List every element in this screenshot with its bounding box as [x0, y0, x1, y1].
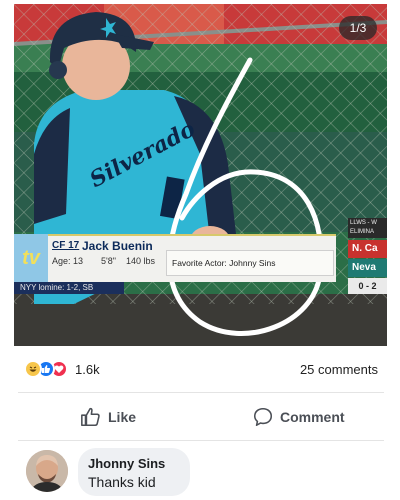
network-logo: tv — [14, 234, 48, 282]
scoreboard-team-2: Neva — [348, 259, 387, 277]
like-button[interactable]: Like — [80, 402, 136, 432]
thumbs-up-icon — [81, 407, 100, 427]
comment-icon — [253, 407, 273, 427]
comment-label: Comment — [280, 409, 345, 425]
scoreboard-header: LLWS - W ELIMINA — [348, 218, 387, 238]
player-age: Age: 13 — [52, 256, 84, 266]
comment-text: Thanks kid — [88, 474, 156, 490]
avatar[interactable] — [26, 450, 68, 492]
player-height: 5'8" — [101, 256, 116, 266]
reaction-count: 1.6k — [75, 361, 100, 377]
scoreboard-header-line1: LLWS - W — [350, 220, 377, 226]
scoreboard-header-line2: ELIMINA — [350, 229, 375, 235]
scoreboard-count: 0 - 2 — [348, 278, 387, 294]
reactions-summary[interactable]: 1.6k — [24, 360, 100, 378]
image-pager: 1/3 — [339, 16, 377, 40]
photo-scene: Silverado — [14, 4, 387, 346]
divider — [18, 392, 384, 393]
comments-count-link[interactable]: 25 comments — [300, 362, 378, 377]
player-name: Jack Buenin — [82, 239, 153, 253]
scoreboard: LLWS - W ELIMINA N. Ca Neva 0 - 2 — [348, 218, 387, 298]
facebook-post: Silverado tv CF 17 Jack Buenin Age: 13 5… — [0, 0, 400, 500]
player-weight: 140 lbs — [126, 256, 156, 266]
comment-button[interactable]: Comment — [252, 402, 345, 432]
avatar-photo — [26, 450, 68, 492]
fun-fact-text: Favorite Actor: Johnny Sins — [172, 258, 276, 268]
divider — [18, 440, 384, 441]
scoreboard-team-1: N. Ca — [348, 240, 387, 258]
like-label: Like — [108, 409, 137, 425]
player-position: CF 17 — [52, 240, 80, 251]
haha-icon — [24, 360, 42, 378]
comment-bubble[interactable]: Jhonny Sins Thanks kid — [78, 448, 190, 496]
post-photo[interactable]: Silverado tv CF 17 Jack Buenin Age: 13 5… — [14, 4, 387, 346]
game-info-bar: NYY lomine: 1-2, SB — [14, 282, 124, 294]
comment-author[interactable]: Jhonny Sins — [88, 456, 180, 471]
